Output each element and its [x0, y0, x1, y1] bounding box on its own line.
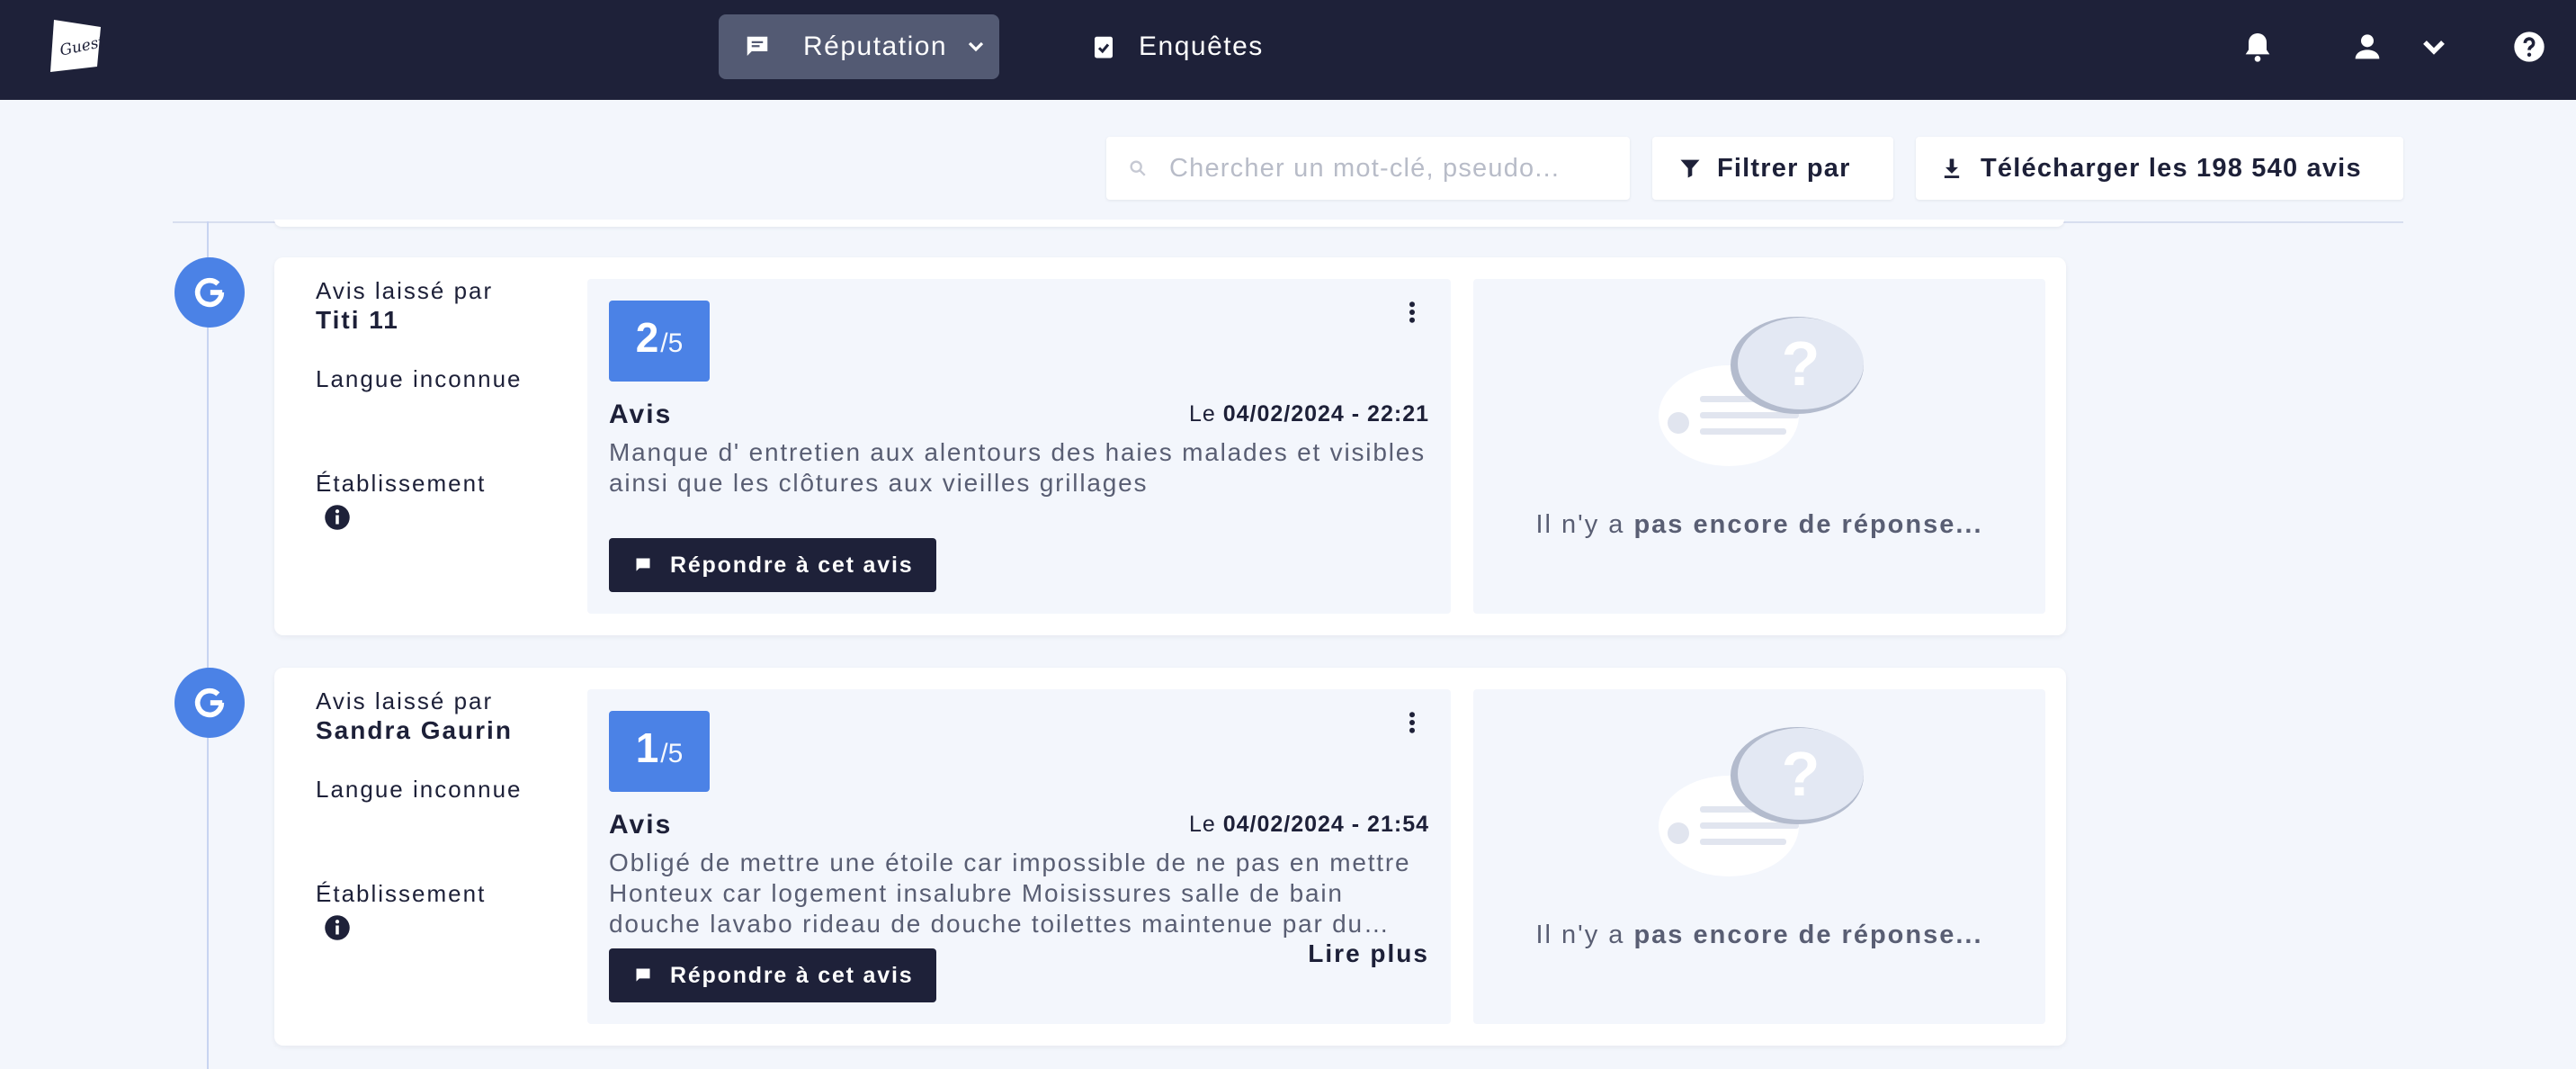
info-icon[interactable] [324, 504, 351, 531]
nav-reputation[interactable]: Réputation [719, 14, 999, 79]
comment-icon [636, 968, 650, 982]
left-by-label: Avis laissé par [316, 687, 494, 714]
review-text: Manque d' entretien aux alentours des ha… [609, 438, 1426, 497]
bell-icon[interactable] [2240, 29, 2276, 65]
no-answer-bold: pas encore de réponse... [1633, 510, 1983, 539]
no-answer-bold: pas encore de réponse... [1633, 921, 1983, 949]
user-icon[interactable] [2349, 29, 2385, 65]
top-navigation-bar: Guest Réputation Enquêtes [0, 0, 2576, 100]
no-answer-message: Il n'y a pas encore de réponse... [1473, 920, 2045, 950]
establishment-label: Établissement [316, 470, 487, 497]
date-value: 04/02/2024 - 21:54 [1222, 812, 1429, 837]
no-answer-illustration: ? [1659, 317, 1864, 466]
rating-score: 2 [635, 314, 659, 361]
left-by-label: Avis laissé par [316, 277, 494, 304]
date-prefix: Le [1188, 401, 1216, 427]
review-title: Avis [609, 810, 673, 840]
establishment-label: Établissement [316, 880, 487, 907]
previous-review-card-edge [274, 220, 2064, 227]
chevron-down-icon[interactable] [2416, 29, 2452, 65]
google-source-badge [174, 257, 245, 328]
review-language: Langue inconnue [316, 365, 523, 392]
svg-text:?: ? [1782, 328, 1820, 399]
filter-icon [1680, 159, 1700, 178]
read-more-link[interactable]: Lire plus [1308, 939, 1429, 968]
google-icon [194, 277, 225, 308]
more-options-icon[interactable] [1399, 709, 1426, 736]
review-card: Avis laissé par Titi 11 Langue inconnue … [274, 257, 2066, 635]
comment-icon [636, 558, 650, 571]
date-value: 04/02/2024 - 22:21 [1222, 401, 1429, 427]
filter-button-label: Filtrer par [1717, 153, 1851, 183]
rating-badge: 2 /5 [609, 301, 710, 382]
review-language: Langue inconnue [316, 776, 523, 803]
search-icon [1130, 160, 1146, 176]
no-answer-illustration: ? [1659, 727, 1864, 876]
svg-text:?: ? [1782, 739, 1820, 809]
answer-panel: ? Il n'y a pas encore de réponse... [1473, 689, 2045, 1024]
no-answer-message: Il n'y a pas encore de réponse... [1473, 509, 2045, 540]
review-date: Le 04/02/2024 - 21:54 [1189, 812, 1429, 838]
search-input[interactable] [1169, 153, 1592, 184]
answer-panel: ? Il n'y a pas encore de réponse... [1473, 279, 2045, 614]
google-source-badge [174, 668, 245, 738]
date-prefix: Le [1188, 812, 1216, 837]
no-answer-prefix: Il n'y a [1535, 921, 1625, 949]
help-icon[interactable] [2511, 29, 2547, 65]
comment-icon [747, 36, 768, 56]
timeline-line [207, 221, 209, 1069]
download-button-label: Télécharger les 198 540 avis [1981, 153, 2362, 183]
review-content-panel: 2 /5 Avis Le 04/02/2024 - 22:21 Manque d… [587, 279, 1451, 614]
nav-enquetes[interactable]: Enquêtes [1090, 14, 1297, 79]
download-icon [1944, 158, 1960, 178]
download-reviews-button[interactable]: Télécharger les 198 540 avis [1916, 137, 2403, 200]
info-icon[interactable] [324, 914, 351, 941]
clipboard-check-icon [1095, 36, 1113, 58]
search-bar[interactable] [1106, 137, 1630, 200]
filter-button[interactable]: Filtrer par [1652, 137, 1893, 200]
chevron-down-icon [968, 41, 984, 52]
more-options-icon[interactable] [1399, 299, 1426, 326]
review-content-panel: 1 /5 Avis Le 04/02/2024 - 21:54 Obligé d… [587, 689, 1451, 1024]
review-title: Avis [609, 400, 673, 429]
reply-button[interactable]: Répondre à cet avis [609, 538, 936, 592]
review-date: Le 04/02/2024 - 22:21 [1189, 401, 1429, 427]
reply-button[interactable]: Répondre à cet avis [609, 948, 936, 1002]
nav-enquetes-label: Enquêtes [1139, 31, 1264, 61]
reply-button-label: Répondre à cet avis [670, 552, 914, 578]
reply-button-label: Répondre à cet avis [670, 962, 914, 988]
rating-score: 1 [635, 724, 659, 771]
rating-max: /5 [660, 328, 684, 358]
no-answer-prefix: Il n'y a [1535, 510, 1625, 539]
nav-reputation-label: Réputation [803, 31, 948, 61]
review-author: Titi 11 [316, 306, 399, 334]
review-card: Avis laissé par Sandra Gaurin Langue inc… [274, 668, 2066, 1046]
google-icon [194, 687, 225, 718]
guest-suite-logo[interactable]: Guest [45, 14, 108, 77]
review-author: Sandra Gaurin [316, 716, 513, 744]
review-text: Obligé de mettre une étoile car impossib… [609, 849, 1411, 938]
rating-badge: 1 /5 [609, 711, 710, 792]
rating-max: /5 [660, 739, 684, 768]
